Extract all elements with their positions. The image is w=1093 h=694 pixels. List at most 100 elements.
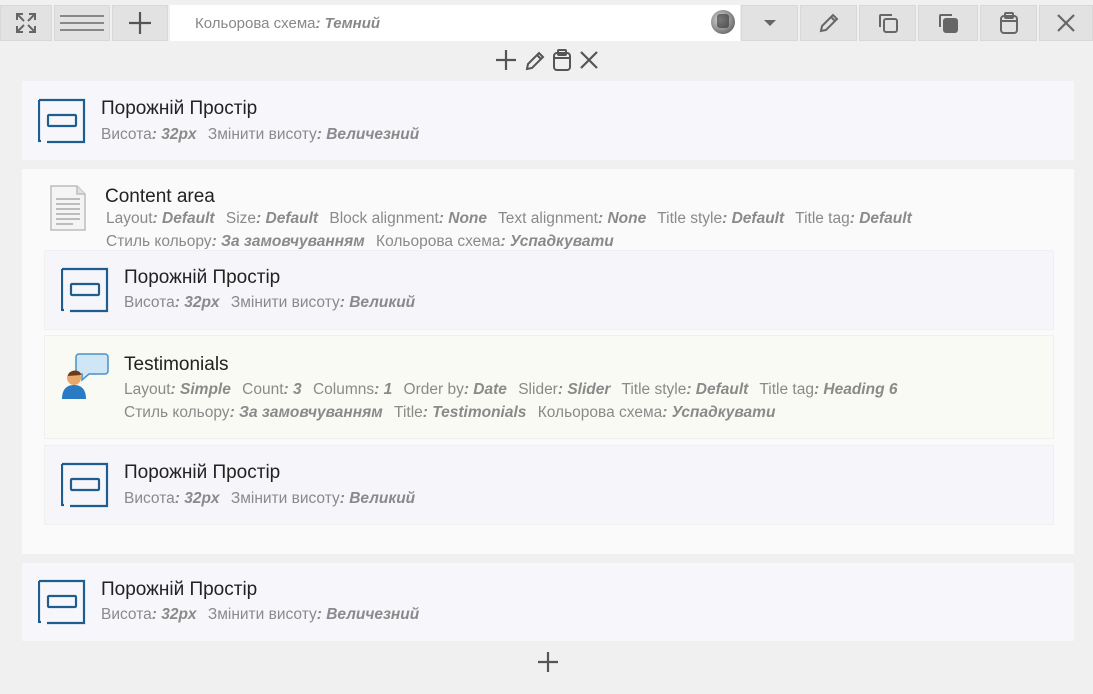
block-title: Порожній Простір <box>124 462 281 483</box>
block-meta: Layout: Simple Count: 3 Columns: 1 Order… <box>124 381 898 421</box>
scheme-label: Кольорова схема <box>195 14 316 32</box>
meta-key: Стиль кольору <box>124 404 230 421</box>
block-meta: Висота: 32px Змінити висоту: Великий <box>124 294 416 311</box>
clipboard-icon <box>999 12 1019 34</box>
meta-key: Block alignment <box>329 210 439 227</box>
top-toolbar: Кольорова схема: Темний <box>0 0 1093 46</box>
meta-key: Columns <box>312 381 375 398</box>
close-icon <box>1056 13 1076 33</box>
meta-key: Змінити висоту <box>230 490 340 507</box>
content-area-block[interactable]: Content area Layout: Default Size: Defau… <box>21 168 1075 555</box>
fullscreen-button[interactable] <box>0 5 52 41</box>
meta-value: За замовчуванням <box>221 233 365 249</box>
meta-value: Testimonials <box>432 404 527 421</box>
meta-key: Змінити висоту <box>207 606 317 623</box>
clipboard-icon[interactable] <box>552 48 572 77</box>
meta-value: Simple <box>180 381 231 398</box>
meta-value: None <box>448 210 487 227</box>
add-block-plus-icon[interactable] <box>536 650 560 679</box>
meta-value: None <box>607 210 647 227</box>
meta-value: Величезний <box>326 606 420 623</box>
spacer-block[interactable]: Порожній Простір Висота: 32px Змінити ви… <box>44 445 1054 525</box>
meta-key: Title style <box>621 381 687 398</box>
meta-key: Змінити висоту <box>207 126 317 143</box>
copy-icon <box>877 12 899 34</box>
meta-value: Величезний <box>326 126 420 143</box>
meta-key: Висота <box>124 294 175 311</box>
block-title: Порожній Простір <box>124 267 281 288</box>
pencil-icon[interactable] <box>524 48 546 77</box>
block-title: Testimonials <box>124 354 229 375</box>
spacer-icon <box>37 97 86 150</box>
scheme-value: Темний <box>324 14 381 32</box>
expand-icon <box>15 12 37 34</box>
spacer-block[interactable]: Порожній Простір Висота: 32px Змінити ви… <box>21 562 1075 642</box>
spacer-icon <box>60 266 109 319</box>
meta-key: Стиль кольору <box>106 233 212 249</box>
meta-key: Slider <box>518 381 558 398</box>
paste-button[interactable] <box>918 5 978 41</box>
meta-value: 32px <box>161 126 197 143</box>
edit-button[interactable] <box>800 5 857 41</box>
close-icon[interactable] <box>578 48 600 77</box>
meta-key: Text alignment <box>498 210 598 227</box>
meta-value: Default <box>731 210 785 227</box>
block-meta: Layout: Default Size: Default Block alig… <box>106 210 912 249</box>
dropdown-button[interactable] <box>741 5 798 41</box>
meta-key: Title tag <box>759 381 814 398</box>
meta-key: Order by <box>403 381 464 398</box>
block-title: Порожній Простір <box>101 579 258 600</box>
block-title: Content area <box>105 186 215 207</box>
meta-key: Count <box>242 381 284 398</box>
copy-button[interactable] <box>859 5 916 41</box>
spacer-icon <box>37 578 86 631</box>
meta-key: Title tag <box>795 210 850 227</box>
meta-value: Default <box>859 210 912 227</box>
block-meta: Висота: 32px Змінити висоту: Великий <box>124 490 416 507</box>
plus-icon <box>128 11 152 35</box>
add-button[interactable] <box>112 5 168 41</box>
block-meta: Висота: 32px Змінити висоту: Величезний <box>101 606 420 623</box>
menu-button[interactable] <box>54 5 110 41</box>
meta-key: Layout <box>106 210 153 227</box>
meta-key: Кольорова схема <box>537 404 663 421</box>
meta-value: Default <box>695 381 749 398</box>
plus-icon[interactable] <box>494 48 518 77</box>
testimonials-block[interactable]: Testimonials Layout: Simple Count: 3 Col… <box>44 335 1054 439</box>
meta-value: Default <box>162 210 215 227</box>
testimonial-person-icon <box>61 352 109 407</box>
meta-value: Slider <box>567 381 611 398</box>
meta-key: Title style <box>657 210 723 227</box>
avatar[interactable] <box>711 10 735 34</box>
close-button[interactable] <box>1039 5 1093 41</box>
meta-key: Title <box>394 404 423 421</box>
clipboard-button[interactable] <box>980 5 1037 41</box>
meta-value: 3 <box>293 381 302 398</box>
meta-value: Великий <box>349 490 416 507</box>
pencil-icon <box>818 12 840 34</box>
meta-value: Date <box>473 381 507 398</box>
meta-value: Heading 6 <box>823 381 898 398</box>
color-scheme-info: Кольорова схема: Темний <box>170 5 740 41</box>
meta-value: Успадкувати <box>671 404 776 421</box>
meta-value: 32px <box>184 294 220 311</box>
meta-value: 32px <box>161 606 197 623</box>
meta-key: Кольорова схема <box>376 233 501 249</box>
document-icon <box>49 185 87 236</box>
block-meta: Висота: 32px Змінити висоту: Величезний <box>101 126 420 143</box>
meta-key: Висота <box>101 606 152 623</box>
scheme-sep: : <box>315 14 321 32</box>
caret-down-icon <box>763 18 777 28</box>
spacer-block[interactable]: Порожній Простір Висота: 32px Змінити ви… <box>44 250 1054 330</box>
meta-value: 1 <box>383 381 393 398</box>
meta-value: Default <box>265 210 319 227</box>
block-title: Порожній Простір <box>101 98 258 119</box>
paste-icon <box>937 12 959 34</box>
meta-value: Успадкувати <box>510 233 614 249</box>
meta-value: Великий <box>349 294 416 311</box>
meta-value: 32px <box>184 490 220 507</box>
meta-key: Layout <box>124 381 171 398</box>
spacer-block[interactable]: Порожній Простір Висота: 32px Змінити ви… <box>21 80 1075 161</box>
meta-key: Висота <box>101 126 152 143</box>
spacer-icon <box>60 461 109 514</box>
